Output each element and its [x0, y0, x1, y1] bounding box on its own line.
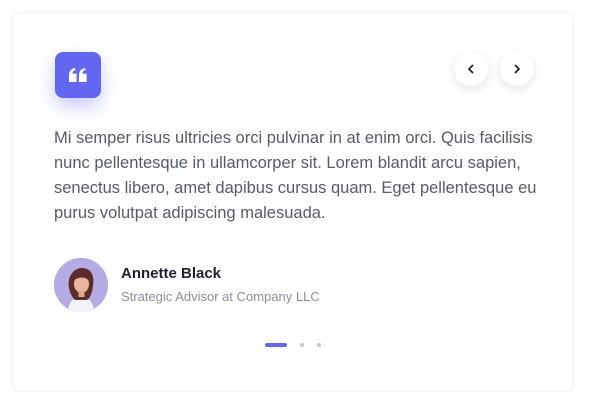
author-info: Annette Black Strategic Advisor at Compa… — [121, 264, 320, 306]
author-block: Annette Black Strategic Advisor at Compa… — [54, 258, 320, 312]
testimonial-card: Mi semper risus ultricies orci pulvinar … — [12, 12, 574, 392]
chevron-right-icon — [512, 64, 522, 74]
quote-icon — [69, 68, 87, 82]
pagination-dot-3[interactable] — [317, 343, 321, 347]
avatar — [54, 258, 108, 312]
pagination-dot-1[interactable] — [265, 343, 287, 347]
next-button[interactable] — [500, 52, 534, 86]
chevron-left-icon — [466, 64, 476, 74]
author-title: Strategic Advisor at Company LLC — [121, 289, 320, 304]
author-name: Annette Black — [121, 265, 222, 282]
quote-badge — [55, 52, 101, 98]
pagination-dots — [265, 343, 321, 347]
pagination-dot-2[interactable] — [300, 343, 304, 347]
testimonial-quote: Mi semper risus ultricies orci pulvinar … — [54, 129, 537, 222]
previous-button[interactable] — [454, 52, 488, 86]
